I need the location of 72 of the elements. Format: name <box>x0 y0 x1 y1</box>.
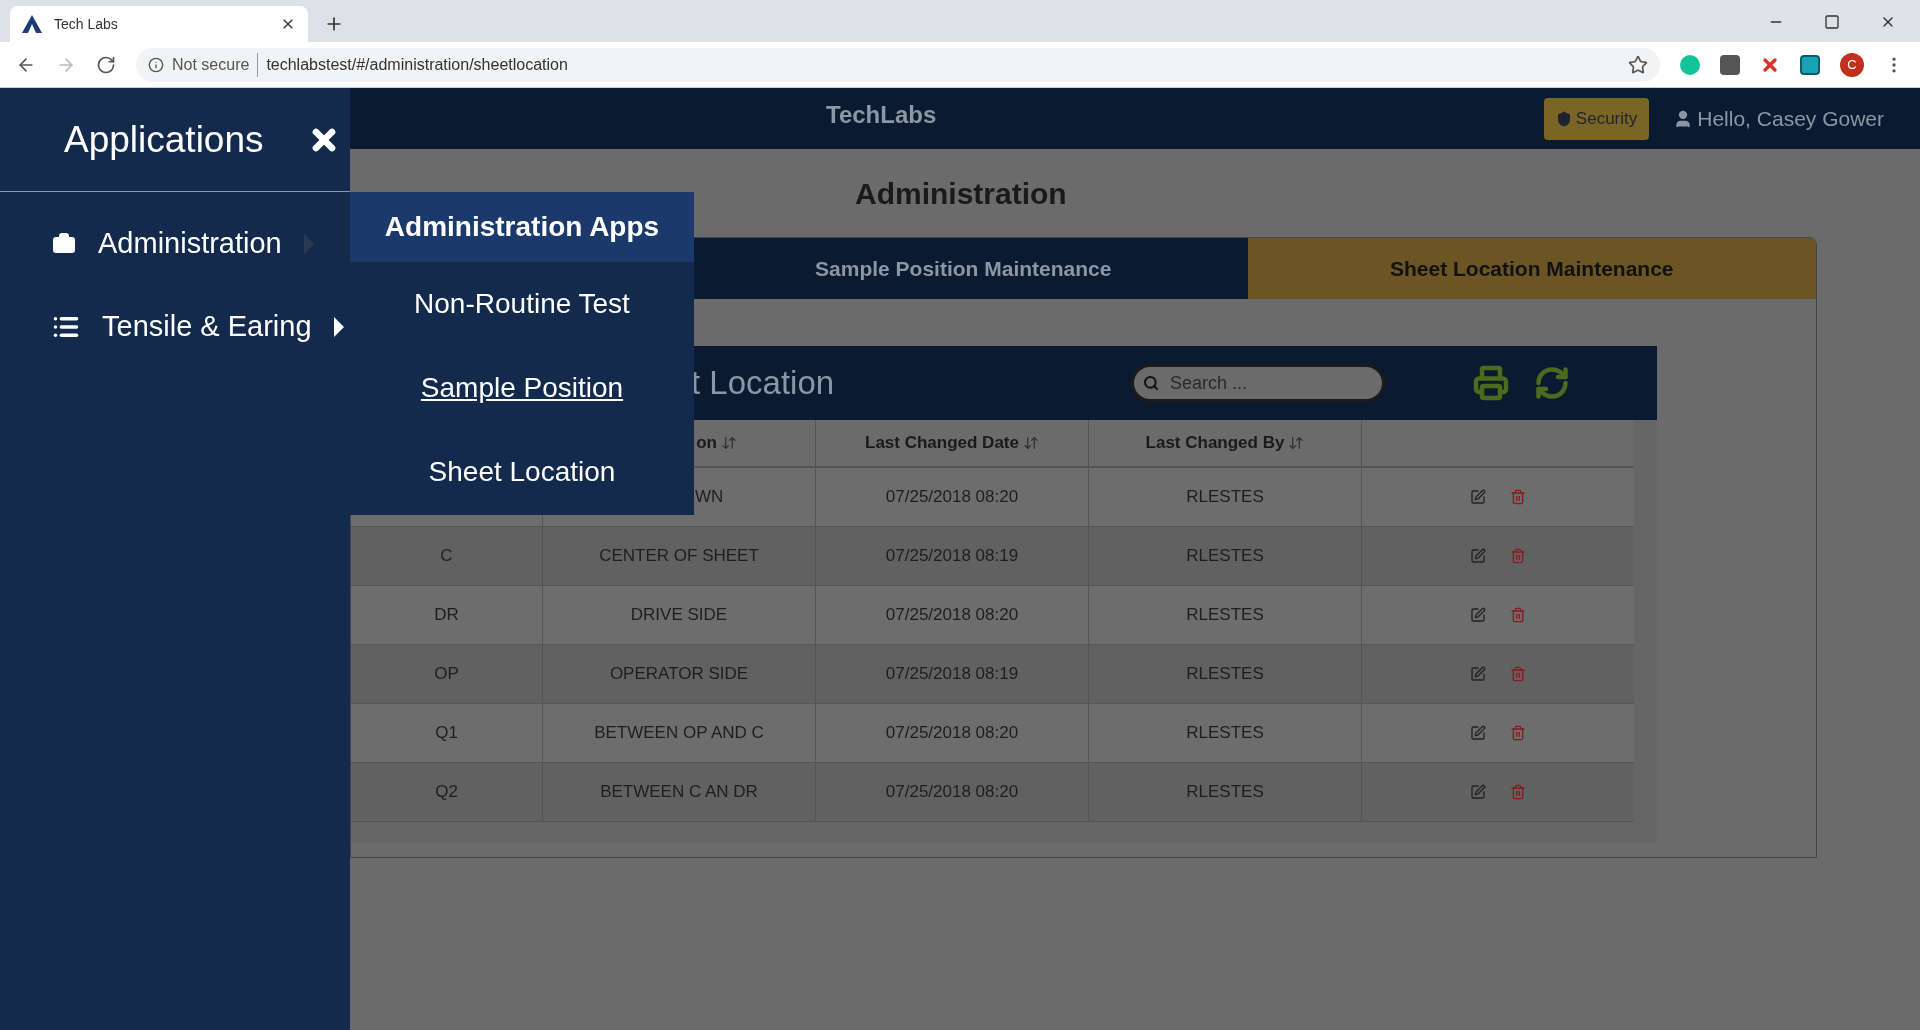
sort-icon <box>1288 435 1305 451</box>
table-cell-text: CENTER OF SHEET <box>599 545 759 568</box>
sidebar-item[interactable]: Administration <box>0 202 350 285</box>
table-cell-text: 07/25/2018 08:20 <box>885 781 1019 804</box>
edit-icon[interactable] <box>1470 489 1486 505</box>
address-field[interactable]: Not secure techlabstest/#/administration/sheetlocation <box>136 47 1660 82</box>
search-icon <box>1143 375 1159 391</box>
delete-icon[interactable] <box>1510 489 1526 505</box>
table-cell-text: OP <box>434 663 459 686</box>
horizontal-scrollbar[interactable] <box>351 822 1634 843</box>
table-cell-text: C <box>440 545 453 568</box>
submenu-item[interactable]: Sample Position <box>420 367 624 409</box>
table-cell-text: RLESTES <box>1186 663 1264 686</box>
table-cell-text: BETWEEN OP AND C <box>594 722 764 745</box>
sidebar-label: Administration <box>98 225 282 261</box>
table-cell-text: 07/25/2018 08:20 <box>885 604 1019 627</box>
page-title: Administration <box>855 175 1067 212</box>
table-cell-text: Q2 <box>435 781 458 804</box>
column-header[interactable]: Last Changed Date <box>865 430 1039 456</box>
sort-icon <box>721 435 737 451</box>
briefcase-icon <box>52 231 76 256</box>
sidebar-item[interactable]: Tensile & Earing <box>0 285 350 368</box>
extension-icon[interactable] <box>1720 54 1740 75</box>
extension-icon[interactable] <box>1800 54 1820 75</box>
table-cell-text: 07/25/2018 08:20 <box>885 486 1019 509</box>
table-cell-text: WN <box>695 486 724 509</box>
vertical-scrollbar[interactable] <box>1634 420 1657 843</box>
edit-icon[interactable] <box>1470 784 1486 800</box>
column-header[interactable]: on <box>696 430 737 456</box>
greeting-text: Hello, Casey Gower <box>1697 105 1884 132</box>
profile-avatar[interactable]: C <box>1840 52 1864 77</box>
edit-icon[interactable] <box>1470 725 1486 741</box>
table-cell-text: Q1 <box>435 722 458 745</box>
table-cell-text: 07/25/2018 08:19 <box>885 663 1019 686</box>
table-cell-text: RLESTES <box>1186 545 1264 568</box>
table-cell-text: RLESTES <box>1186 604 1264 627</box>
table-cell-text: RLESTES <box>1186 781 1264 804</box>
table-cell-text: OPERATOR SIDE <box>609 663 749 686</box>
browser-tab[interactable]: Tech Labs <box>10 6 308 42</box>
submenu-title: Administration Apps <box>350 192 694 262</box>
security-label: Not secure <box>172 52 259 77</box>
restore-icon[interactable] <box>1824 14 1840 30</box>
reload-icon[interactable] <box>96 54 116 75</box>
user-greeting[interactable]: Hello, Casey Gower <box>1673 102 1884 135</box>
table-cell-text: BETWEEN C AN DR <box>600 781 758 804</box>
column-header[interactable]: Last Changed By <box>1145 430 1305 456</box>
tab-title: Tech Labs <box>54 14 119 34</box>
print-icon[interactable] <box>1473 365 1509 401</box>
table-cell-text: RLESTES <box>1186 486 1264 509</box>
delete-icon[interactable] <box>1510 607 1526 623</box>
logo-icon <box>22 15 42 33</box>
submenu-item[interactable]: Non-Routine Test <box>414 283 630 325</box>
table-cell-text: DR <box>434 604 459 627</box>
sidebar-title: Applications <box>64 117 265 162</box>
edit-icon[interactable] <box>1470 666 1486 682</box>
search-field[interactable]: Search ... <box>1131 364 1385 402</box>
sort-icon <box>1023 435 1039 451</box>
delete-icon[interactable] <box>1510 725 1526 741</box>
sidebar-label: Tensile & Earing <box>102 308 312 344</box>
info-icon <box>148 56 164 73</box>
shield-icon <box>1555 110 1572 127</box>
brand-title: TechLabs <box>826 99 937 130</box>
bookmark-icon[interactable] <box>1628 54 1648 75</box>
table-cell-text: DRIVE SIDE <box>630 604 728 627</box>
refresh-icon[interactable] <box>1534 365 1570 401</box>
edit-icon[interactable] <box>1470 607 1486 623</box>
table-cell-text: RLESTES <box>1186 722 1264 745</box>
table-cell-text: 07/25/2018 08:19 <box>885 545 1019 568</box>
table-cell-text: 07/25/2018 08:20 <box>885 722 1019 745</box>
edit-icon[interactable] <box>1470 548 1486 564</box>
url-text: techlabstest/#/administration/sheetlocation <box>266 54 569 75</box>
submenu-item[interactable]: Sheet Location <box>428 451 616 493</box>
